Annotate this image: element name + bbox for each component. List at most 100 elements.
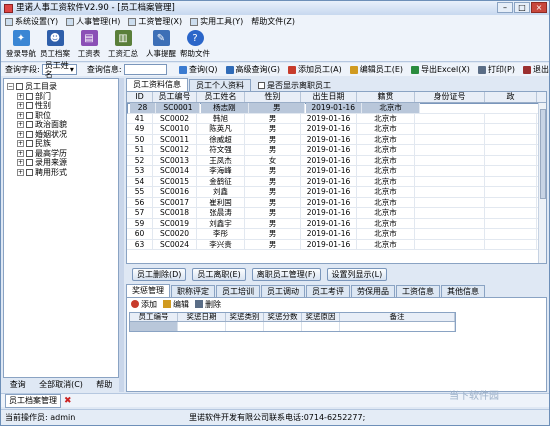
table-row[interactable]: 54 SC0015 金鹤征男 2019-01-16 北京市 bbox=[127, 176, 546, 187]
export-excel-button[interactable]: 导出Excel(X) bbox=[411, 64, 470, 75]
table-row[interactable]: 59 SC0019 刘鑫宇男 2019-01-16 北京市 bbox=[127, 218, 546, 229]
detail-tab[interactable]: 奖惩管理 bbox=[126, 284, 170, 297]
menu-tools[interactable]: 实用工具(Y) bbox=[190, 16, 243, 27]
table-row[interactable]: 60 SC0020 李彤男 2019-01-16 北京市 bbox=[127, 229, 546, 240]
sub-grid-column-header[interactable]: 员工编号 bbox=[130, 313, 178, 321]
table-row[interactable]: 63 SC0024 李兴贵男 2019-01-16 北京市 bbox=[127, 239, 546, 250]
expand-icon[interactable]: + bbox=[17, 130, 24, 138]
table-row[interactable]: 51 SC0012 符文强男 2019-01-16 北京市 bbox=[127, 145, 546, 156]
add-employee-button[interactable]: 添加员工(A) bbox=[287, 64, 342, 75]
expand-icon[interactable]: + bbox=[17, 159, 24, 167]
query-field-select[interactable]: 员工姓名 ▾ bbox=[41, 61, 77, 79]
grid-column-header[interactable]: 性别 bbox=[245, 92, 301, 102]
detail-delete-button[interactable]: 删除 bbox=[195, 299, 221, 310]
table-row[interactable]: 56 SC0017 崔利国男 2019-01-16 北京市 bbox=[127, 197, 546, 208]
tree-checkbox[interactable] bbox=[26, 92, 33, 100]
resigned-employee-manage-button[interactable]: 离职员工管理(F) bbox=[251, 267, 321, 281]
menu-help[interactable]: 帮助文件(Z) bbox=[251, 16, 295, 27]
grid-column-header[interactable]: 籍贯 bbox=[357, 92, 415, 102]
tree-item-marital-status[interactable]: + 婚姻状况 bbox=[7, 130, 118, 140]
tree-checkbox[interactable] bbox=[26, 102, 33, 110]
advanced-query-button[interactable]: 高级查询(G) bbox=[225, 64, 280, 75]
table-row[interactable]: 53 SC0014 李海峰男 2019-01-16 北京市 bbox=[127, 166, 546, 177]
detail-tab[interactable]: 员工调动 bbox=[261, 285, 305, 297]
toolbar-hr-reminder-button[interactable]: ✎ 人事提醒 bbox=[144, 28, 178, 61]
grid-column-header[interactable]: 员工姓名 bbox=[197, 92, 245, 102]
doc-tab-employee-file[interactable]: 员工档案管理 bbox=[5, 393, 61, 408]
grid-column-header[interactable]: 出生日期 bbox=[301, 92, 357, 102]
expand-icon[interactable]: + bbox=[17, 149, 24, 157]
grid-column-header[interactable]: 政 bbox=[485, 92, 537, 102]
table-row[interactable]: 55 SC0016 刘鑫男 2019-01-16 北京市 bbox=[127, 187, 546, 198]
tree-item-employment-type[interactable]: + 聘用形式 bbox=[7, 168, 118, 178]
detail-edit-button[interactable]: 编辑 bbox=[163, 299, 189, 310]
sub-grid-column-header[interactable]: 奖惩类别 bbox=[226, 313, 264, 321]
employee-resign-button[interactable]: 员工离职(E) bbox=[192, 267, 246, 281]
menu-system[interactable]: 系统设置(Y) bbox=[5, 16, 58, 27]
vertical-scrollbar[interactable] bbox=[538, 103, 546, 263]
table-row[interactable]: 52 SC0013 王凤杰女 2019-01-16 北京市 bbox=[127, 155, 546, 166]
sub-grid-column-header[interactable]: 奖惩分数 bbox=[264, 313, 302, 321]
set-column-display-button[interactable]: 设置列显示(L) bbox=[326, 267, 388, 281]
scroll-thumb[interactable] bbox=[540, 109, 546, 199]
expand-icon[interactable]: + bbox=[17, 102, 24, 110]
sub-grid-column-header[interactable]: 奖惩日期 bbox=[178, 313, 226, 321]
expand-icon[interactable]: + bbox=[17, 111, 24, 119]
expand-icon[interactable]: + bbox=[17, 121, 24, 129]
toolbar-login-nav-button[interactable]: ✦ 登录导航 bbox=[4, 28, 38, 61]
delete-employee-button[interactable]: 员工删除(D) bbox=[132, 267, 187, 281]
tree-checkbox[interactable] bbox=[26, 149, 33, 157]
table-row[interactable]: 50 SC0011 徐威超男 2019-01-16 北京市 bbox=[127, 134, 546, 145]
toolbar-salary-sheet-button[interactable]: ▤ 工资表 bbox=[72, 28, 106, 61]
checkbox-box[interactable] bbox=[258, 81, 265, 89]
query-button[interactable]: 查询(Q) bbox=[178, 64, 218, 75]
table-row[interactable]: 41 SC0002 韩旭男 2019-01-16 北京市 bbox=[127, 113, 546, 124]
tab-employee-info[interactable]: 员工资料信息 bbox=[126, 78, 188, 91]
detail-tab[interactable]: 其他信息 bbox=[441, 285, 485, 297]
tree-checkbox[interactable] bbox=[26, 140, 33, 148]
tree-item-department[interactable]: + 部门 bbox=[7, 92, 118, 102]
table-row[interactable]: 57 SC0018 张晨涛男 2019-01-16 北京市 bbox=[127, 208, 546, 219]
expand-icon[interactable]: + bbox=[17, 140, 24, 148]
detail-tab[interactable]: 员工考评 bbox=[306, 285, 350, 297]
toolbar-employee-file-button[interactable]: ☻ 员工档案 bbox=[38, 28, 72, 61]
grid-column-header[interactable]: 员工编号 bbox=[153, 92, 197, 102]
tree-checkbox[interactable] bbox=[26, 121, 33, 129]
detail-tab[interactable]: 工资信息 bbox=[396, 285, 440, 297]
toolbar-salary-summary-button[interactable]: ▥ 工资汇总 bbox=[106, 28, 140, 61]
tree-root[interactable]: − 员工目录 bbox=[7, 82, 118, 92]
tree-checkbox[interactable] bbox=[26, 111, 33, 119]
exit-button[interactable]: 退出 bbox=[523, 64, 549, 75]
edit-employee-button[interactable]: 编辑员工(E) bbox=[349, 64, 403, 75]
tree-checkbox[interactable] bbox=[26, 159, 33, 167]
detail-tab[interactable]: 劳保用品 bbox=[351, 285, 395, 297]
toolbar-help-button[interactable]: ? 帮助文件 bbox=[178, 28, 212, 61]
tree-checkbox[interactable] bbox=[16, 83, 23, 91]
detail-tab[interactable]: 职称评定 bbox=[171, 285, 215, 297]
tree-checkbox[interactable] bbox=[26, 130, 33, 138]
grid-column-header[interactable]: 身份证号 bbox=[415, 92, 485, 102]
maximize-button[interactable]: □ bbox=[514, 2, 530, 13]
tree-item-gender[interactable]: + 性别 bbox=[7, 101, 118, 111]
tree-checkbox[interactable] bbox=[26, 168, 33, 176]
grid-column-header[interactable]: ID bbox=[127, 92, 153, 102]
collapse-icon[interactable]: − bbox=[7, 83, 14, 91]
table-row[interactable]: 49 SC0010 陈英凡男 2019-01-16 北京市 bbox=[127, 124, 546, 135]
table-row[interactable]: 28 SC0001 杨志刚男 2019-01-16 北京市 bbox=[127, 103, 546, 114]
detail-tab[interactable]: 员工培训 bbox=[216, 285, 260, 297]
tree-help-button[interactable]: 帮助 bbox=[96, 379, 112, 391]
menu-hr[interactable]: 人事管理(H) bbox=[66, 16, 120, 27]
sub-grid-column-header[interactable]: 备注 bbox=[340, 313, 455, 321]
close-tab-icon[interactable]: ✖ bbox=[64, 396, 72, 406]
expand-icon[interactable]: + bbox=[17, 92, 24, 100]
tree-query-button[interactable]: 查询 bbox=[10, 379, 26, 391]
expand-icon[interactable]: + bbox=[17, 168, 24, 176]
sub-grid-row[interactable] bbox=[130, 322, 455, 331]
query-info-input[interactable] bbox=[123, 64, 167, 75]
minimize-button[interactable]: – bbox=[497, 2, 513, 13]
print-button[interactable]: 打印(P) bbox=[477, 64, 515, 75]
sub-grid-column-header[interactable]: 奖惩原因 bbox=[302, 313, 340, 321]
tree-clear-all-button[interactable]: 全部取消(C) bbox=[39, 379, 83, 391]
menu-salary[interactable]: 工资管理(X) bbox=[128, 16, 182, 27]
show-left-employees-checkbox[interactable]: 是否显示离职员工 bbox=[258, 79, 331, 91]
